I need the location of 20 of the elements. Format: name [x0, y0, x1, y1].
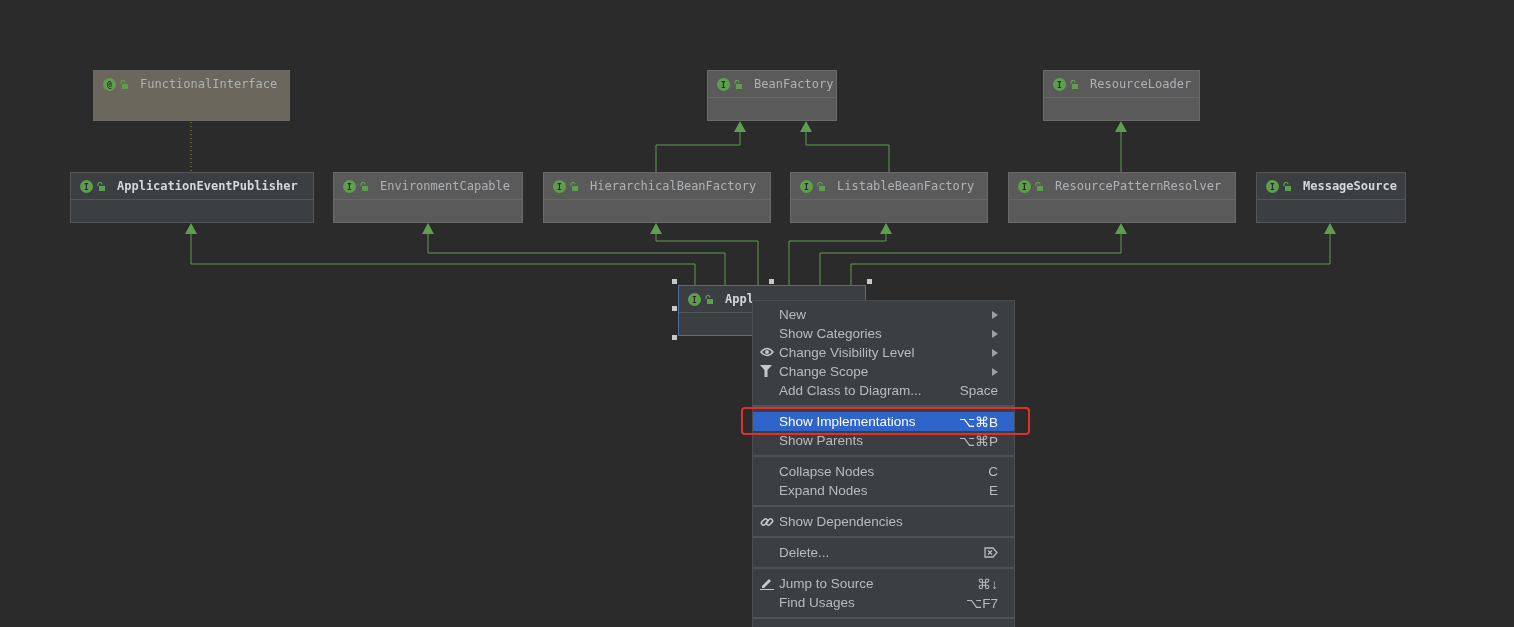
class-name: ResourceLoader — [1090, 77, 1192, 91]
interface-icon: I — [1266, 179, 1279, 193]
interface-icon: I — [1018, 179, 1031, 193]
class-name: EnvironmentCapable — [380, 179, 511, 193]
class-name: ListableBeanFactory — [837, 179, 975, 193]
interface-icon: I — [553, 179, 566, 193]
interface-icon: I — [717, 77, 730, 91]
class-name: FunctionalInterface — [140, 77, 278, 91]
class-name: Appl — [725, 292, 754, 306]
class-name: ApplicationEventPublisher — [117, 179, 298, 193]
class-name: ResourcePatternResolver — [1055, 179, 1222, 193]
interface-icon: I — [343, 179, 356, 193]
interface-icon: I — [800, 179, 813, 193]
interface-icon: I — [80, 179, 93, 193]
class-name: MessageSource — [1303, 179, 1397, 193]
annotation-icon: @ — [103, 77, 116, 91]
class-name: HierarchicalBeanFactory — [590, 179, 757, 193]
class-name: BeanFactory — [754, 77, 834, 91]
interface-icon: I — [1053, 77, 1066, 91]
interface-icon: I — [688, 292, 701, 306]
